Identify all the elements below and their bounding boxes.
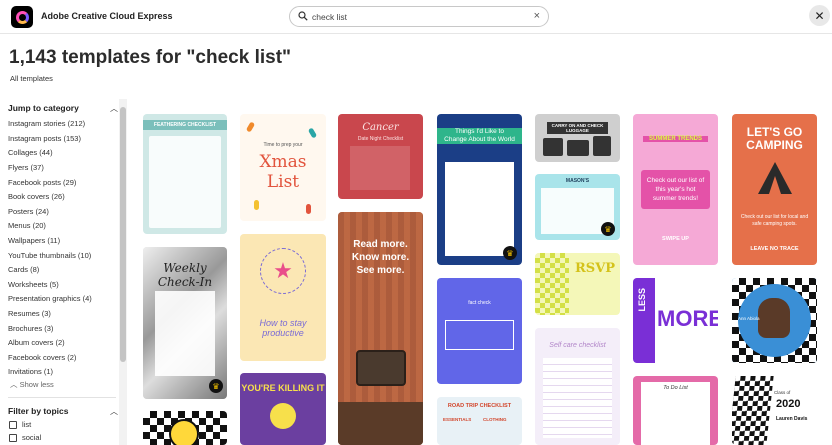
category-link[interactable]: Facebook posts (29) xyxy=(8,178,76,187)
category-link[interactable]: Facebook covers (2) xyxy=(8,353,76,362)
category-link[interactable]: Book covers (26) xyxy=(8,192,65,201)
scrollbar-thumb[interactable] xyxy=(120,107,126,362)
template-card[interactable]: To Do List xyxy=(633,376,718,445)
category-link[interactable]: Posters (24) xyxy=(8,207,49,216)
category-link[interactable]: Cards (8) xyxy=(8,265,39,274)
shooting-star-icon: ★ xyxy=(273,258,293,283)
luggage-icon xyxy=(567,140,589,156)
checkbox[interactable] xyxy=(9,433,17,442)
search-icon xyxy=(298,11,308,21)
template-card[interactable]: YOU'RE KILLING IT xyxy=(240,373,326,445)
filter-by-topics-heading: Filter by topics xyxy=(8,406,69,416)
face-icon xyxy=(270,403,296,429)
category-link[interactable]: Resumes (3) xyxy=(8,309,51,318)
template-card[interactable]: Class of 2020 Lauren Davis xyxy=(732,376,817,445)
template-card[interactable]: Things I'd Like to Change About the Worl… xyxy=(437,114,522,265)
category-link[interactable]: Instagram stories (212) xyxy=(8,119,85,128)
chevron-up-icon[interactable]: ︿ xyxy=(110,406,118,417)
app-logo-icon[interactable] xyxy=(11,6,33,28)
chevron-up-icon[interactable]: ︿ xyxy=(110,103,118,114)
clear-search-icon[interactable]: × xyxy=(534,10,540,23)
tv-icon xyxy=(356,350,406,386)
smiley-icon xyxy=(169,419,199,445)
app-header: Adobe Creative Cloud Express × ✕ xyxy=(0,0,832,34)
sidebar: Jump to category ︿ Instagram stories (21… xyxy=(0,99,128,445)
premium-crown-icon: ♛ xyxy=(503,246,517,260)
checklist-sheet xyxy=(149,136,221,228)
category-link[interactable]: Wallpapers (11) xyxy=(8,236,60,245)
template-card[interactable]: MASON'S ♛ xyxy=(535,174,620,240)
template-card[interactable]: SUMMER TRENDS Check out our list of this… xyxy=(633,114,718,265)
show-less-button[interactable]: ︿ Show less xyxy=(10,379,54,390)
category-link[interactable]: Instagram posts (153) xyxy=(8,134,81,143)
category-link[interactable]: Menus (20) xyxy=(8,221,46,230)
category-link[interactable]: Flyers (37) xyxy=(8,163,44,172)
close-button[interactable]: ✕ xyxy=(809,5,830,26)
category-link[interactable]: Presentation graphics (4) xyxy=(8,294,92,303)
template-card[interactable]: RSVP xyxy=(535,253,620,315)
luggage-icon xyxy=(543,138,563,156)
template-card[interactable]: LET'S GO CAMPING Check out our list for … xyxy=(732,114,817,265)
template-card[interactable]: fact check xyxy=(437,278,522,384)
template-card[interactable]: Self care checklist xyxy=(535,328,620,445)
template-card[interactable]: Weekly Check-In ♛ xyxy=(143,247,227,399)
template-card[interactable]: Read more. Know more. See more. xyxy=(338,212,423,445)
category-link[interactable]: Invitations (1) xyxy=(8,367,53,376)
template-card[interactable]: ROAD TRIP CHECKLIST ESSENTIALS CLOTHING xyxy=(437,397,522,445)
portrait-image xyxy=(758,298,790,338)
template-card[interactable]: FEATHERING CHECKLIST xyxy=(143,114,227,234)
search-input[interactable] xyxy=(312,10,527,24)
category-link[interactable]: YouTube thumbnails (10) xyxy=(8,251,91,260)
app-title: Adobe Creative Cloud Express xyxy=(41,11,173,21)
template-card[interactable]: CARRY ON AND CHECK LUGGAGE xyxy=(535,114,620,162)
template-card[interactable]: Cancer Date Night Checklist xyxy=(338,114,423,199)
jump-to-category-heading: Jump to category xyxy=(8,103,79,113)
category-link[interactable]: Collages (44) xyxy=(8,148,53,157)
premium-crown-icon: ♛ xyxy=(601,222,615,236)
tent-icon xyxy=(758,162,792,194)
topic-filter-list[interactable]: list xyxy=(9,420,31,429)
template-card[interactable]: Ann Abiola xyxy=(732,278,817,363)
chevron-up-icon: ︿ xyxy=(10,380,20,389)
premium-crown-icon: ♛ xyxy=(209,379,223,393)
topic-filter-social[interactable]: social xyxy=(9,433,41,442)
template-card[interactable]: LESS MORE xyxy=(633,278,718,363)
checkbox[interactable] xyxy=(9,420,17,429)
sidebar-divider xyxy=(8,397,116,398)
template-card[interactable] xyxy=(143,411,227,445)
category-link[interactable]: Album covers (2) xyxy=(8,338,65,347)
page-title: 1,143 templates for "check list" xyxy=(9,47,292,68)
category-link[interactable]: Worksheets (5) xyxy=(8,280,59,289)
sidebar-scrollbar[interactable] xyxy=(119,99,127,445)
category-link[interactable]: Brochures (3) xyxy=(8,324,53,333)
luggage-icon xyxy=(593,136,611,156)
breadcrumb-all-templates[interactable]: All templates xyxy=(10,74,53,83)
search-bar[interactable]: × xyxy=(289,6,549,27)
template-card[interactable]: Time to prep your Xmas List xyxy=(240,114,326,221)
template-card[interactable]: ★ How to stay productive xyxy=(240,234,326,361)
